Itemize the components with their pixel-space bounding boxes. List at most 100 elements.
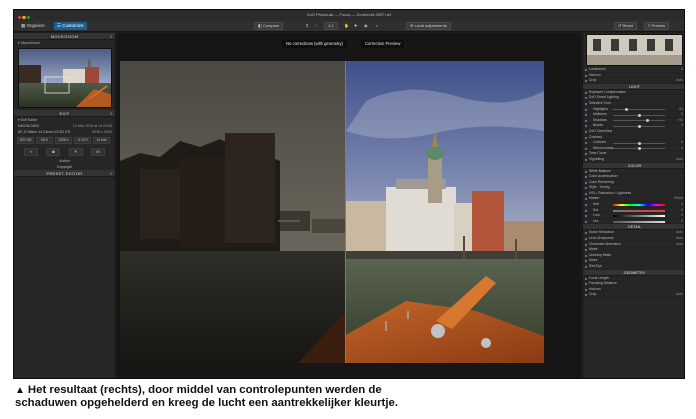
slider-knob[interactable] [637, 124, 641, 128]
organize-tab[interactable]: ▦ Organize [18, 22, 48, 30]
enable-toggle-icon[interactable] [584, 260, 587, 263]
enable-toggle-icon[interactable] [584, 288, 587, 291]
hsl-gradient-slider[interactable] [613, 204, 665, 207]
enable-toggle-icon[interactable] [584, 198, 587, 201]
enable-toggle-icon[interactable] [584, 238, 587, 241]
presets-button[interactable]: ≡ Presets [644, 22, 670, 30]
enable-toggle-icon[interactable] [584, 181, 587, 184]
enable-toggle-icon[interactable] [584, 176, 587, 179]
palette-row-crop[interactable]: Crop Auto [583, 292, 684, 298]
toolbar: ▦ Organize ☰ Customize ◧ Compare ⌗ ⟋ 1:1… [14, 20, 684, 32]
enable-toggle-icon[interactable] [584, 125, 587, 128]
enable-toggle-icon[interactable] [584, 102, 587, 105]
exif-focal: 14 mm [93, 137, 110, 144]
palette-row-vignetting[interactable]: Vignetting Auto [583, 156, 684, 163]
palette-row-crop[interactable]: Crop Auto [583, 78, 684, 84]
palette-row-uni[interactable]: Uni. 0 [583, 219, 684, 225]
repair-icon[interactable]: ✚ [354, 22, 357, 30]
enable-toggle-icon[interactable] [584, 170, 587, 173]
slider-knob[interactable] [637, 147, 641, 151]
movezoom-header[interactable]: MOVE/ZOOM ✕ [14, 33, 115, 40]
slider-knob[interactable] [637, 141, 641, 145]
enable-toggle-icon[interactable] [584, 91, 587, 94]
image-canvas[interactable]: No corrections (with geometry) Correctio… [117, 33, 581, 378]
palette-row-label: Crop [589, 78, 597, 83]
enable-toggle-icon[interactable] [584, 142, 587, 145]
enable-toggle-icon[interactable] [584, 119, 587, 122]
enable-toggle-icon[interactable] [584, 136, 587, 139]
palette-row-label: Horizon [589, 286, 601, 291]
navigator-thumbnail[interactable] [18, 48, 112, 108]
enable-toggle-icon[interactable] [584, 97, 587, 100]
enable-toggle-icon[interactable] [584, 220, 587, 223]
movezoom-item[interactable]: ▾ Move/Zoom [14, 40, 115, 46]
right-thumbnail[interactable] [586, 34, 683, 66]
palette-row-red-eye[interactable]: Red Eye [583, 264, 684, 270]
slider-knob[interactable] [646, 119, 650, 123]
enable-toggle-icon[interactable] [584, 153, 587, 156]
enable-toggle-icon[interactable] [584, 147, 587, 150]
enable-toggle-icon[interactable] [584, 294, 587, 297]
enable-toggle-icon[interactable] [584, 130, 587, 133]
palette-row-label: Crop [589, 292, 597, 297]
palette-row-label: Color Accentuation [589, 174, 618, 179]
local-adjustments-button[interactable]: ⊕ Local adjustments [406, 22, 451, 30]
enable-toggle-icon[interactable] [584, 266, 587, 268]
white-balance-icon[interactable]: ◐ [376, 22, 378, 30]
enable-toggle-icon[interactable] [584, 215, 587, 218]
exif-header[interactable]: EXIF ✕ [14, 110, 115, 117]
value-slider[interactable] [613, 147, 665, 151]
value-slider[interactable] [613, 141, 665, 145]
enable-toggle-icon[interactable] [584, 204, 587, 207]
close-icon[interactable]: ✕ [109, 33, 113, 40]
palette-row-label: Selective Tone [589, 100, 611, 105]
exif-shutter: 1/200 s [55, 137, 72, 144]
enable-toggle-icon[interactable] [584, 158, 587, 161]
window-traffic-lights[interactable] [17, 13, 31, 19]
palette-row-label: Chromatic Aberration [589, 241, 621, 246]
enable-toggle-icon[interactable] [584, 74, 587, 77]
enable-toggle-icon[interactable] [584, 243, 587, 246]
enable-toggle-icon[interactable] [584, 254, 587, 257]
palette-row-label: White Balance [589, 168, 611, 173]
slider-knob[interactable] [637, 113, 641, 117]
zoom-select[interactable]: 1:1 [324, 22, 338, 30]
enable-toggle-icon[interactable] [584, 192, 587, 195]
customize-tab[interactable]: ☰ Customize [54, 22, 87, 30]
enable-toggle-icon[interactable] [584, 209, 587, 212]
enable-toggle-icon[interactable] [584, 249, 587, 252]
hsl-gradient-slider[interactable] [613, 215, 665, 218]
enable-toggle-icon[interactable] [584, 114, 587, 117]
redeye-icon[interactable]: ◉ [364, 22, 368, 30]
reset-button[interactable]: ↺ Reset [614, 22, 637, 30]
enable-toggle-icon[interactable] [584, 283, 587, 286]
close-icon[interactable]: ✕ [109, 170, 113, 177]
crop-icon[interactable]: ⌗ [306, 22, 308, 30]
correction-palettes: Luminance 0 Horizon Crop Auto LIGHT Exposure C… [583, 67, 684, 298]
value-slider[interactable] [613, 124, 665, 128]
slider-knob[interactable] [624, 107, 628, 111]
enable-toggle-icon[interactable] [584, 80, 587, 83]
straighten-icon[interactable]: ⟋ [314, 22, 317, 30]
palette-row-label: Vignetting [589, 156, 605, 161]
split-preview[interactable] [120, 61, 544, 363]
close-icon[interactable]: ✕ [109, 110, 113, 117]
value-slider[interactable] [613, 107, 665, 111]
value-slider[interactable] [613, 113, 665, 117]
compare-button[interactable]: ◧ Compare [254, 22, 284, 30]
hand-icon[interactable]: ✋ [344, 22, 349, 30]
value-slider[interactable] [613, 119, 665, 123]
preset-editor-header[interactable]: PRESET EDITOR ✕ [14, 170, 115, 177]
enable-toggle-icon[interactable] [584, 69, 587, 71]
enable-toggle-icon[interactable] [584, 108, 587, 111]
hsl-gradient-slider[interactable] [613, 220, 665, 223]
split-divider[interactable] [345, 61, 346, 363]
enable-toggle-icon[interactable] [584, 277, 587, 280]
enable-toggle-icon[interactable] [584, 187, 587, 190]
hsl-gradient-slider[interactable] [613, 209, 665, 212]
enable-toggle-icon[interactable] [584, 232, 587, 235]
palette-row-label: Moire [589, 258, 598, 263]
exif-ev: -0.3 EV [74, 137, 91, 144]
palette-row-label: Sat. [593, 207, 600, 212]
palette-row-label: Luminance [589, 67, 606, 71]
